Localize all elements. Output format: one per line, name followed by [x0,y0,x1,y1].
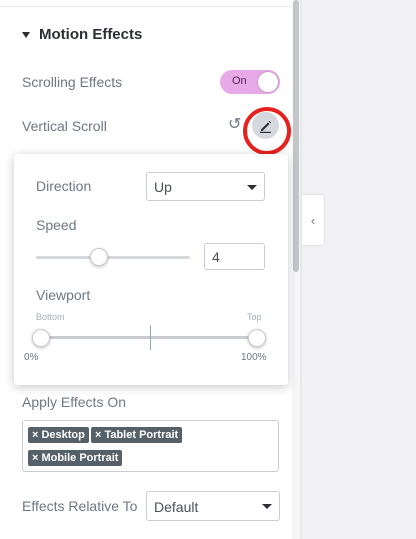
effects-relative-label: Effects Relative To [22,498,138,514]
viewport-end-handle[interactable] [248,329,266,347]
preview-area [302,0,416,539]
viewport-label: Viewport [36,287,91,303]
tag-tablet-portrait[interactable]: × Tablet Portrait [91,427,183,443]
vertical-scroll-label: Vertical Scroll [22,118,107,134]
apply-effects-tags[interactable]: × Desktop × Tablet Portrait × Mobile Portra… [22,420,279,472]
direction-label: Direction [36,178,92,194]
top-divider [0,6,300,7]
viewport-range-midpoint [150,325,151,350]
viewport-range-track[interactable] [40,336,256,339]
toggle-text: On [232,75,247,87]
speed-slider-handle[interactable] [89,248,108,266]
scrollbar-thumb[interactable] [293,0,299,272]
section-header-motion-effects[interactable]: Motion Effects [22,26,142,43]
highlight-ring [243,107,291,155]
collapse-panel-button[interactable]: ‹ [302,194,325,246]
caret-down-icon [22,31,30,38]
viewport-bottom-label: Bottom [36,312,65,322]
chevron-left-icon: ‹ [310,212,316,228]
section-title: Motion Effects [39,26,143,43]
viewport-top-label: Top [247,312,262,322]
viewport-start-value: 0% [24,352,39,363]
toggle-knob [258,72,278,92]
tag-label: Mobile Portrait [41,452,119,464]
close-icon[interactable]: × [32,429,38,441]
tag-label: Tablet Portrait [104,429,179,441]
tag-desktop[interactable]: × Desktop [28,427,89,443]
viewport-end-value: 100% [241,352,267,363]
close-icon[interactable]: × [95,429,101,441]
select-value: Default [154,499,199,515]
direction-select[interactable]: Up [146,172,265,201]
select-value: Up [154,179,172,195]
scrolling-effects-toggle[interactable]: On [220,70,280,94]
chevron-down-icon [262,504,272,509]
close-icon[interactable]: × [32,452,38,464]
speed-input[interactable] [204,243,265,270]
speed-slider-track[interactable] [36,256,190,259]
tag-mobile-portrait[interactable]: × Mobile Portrait [28,450,123,466]
viewport-start-handle[interactable] [32,329,50,347]
reset-icon[interactable]: ↺ [228,117,241,133]
apply-effects-label: Apply Effects On [22,394,127,410]
chevron-down-icon [247,185,257,190]
vertical-scroll-popover: Direction Up Speed Viewport Bottom Top 0… [14,154,288,385]
scrolling-effects-label: Scrolling Effects [22,74,123,90]
speed-label: Speed [36,217,77,233]
effects-relative-select[interactable]: Default [146,491,280,521]
tag-label: Desktop [41,429,85,441]
